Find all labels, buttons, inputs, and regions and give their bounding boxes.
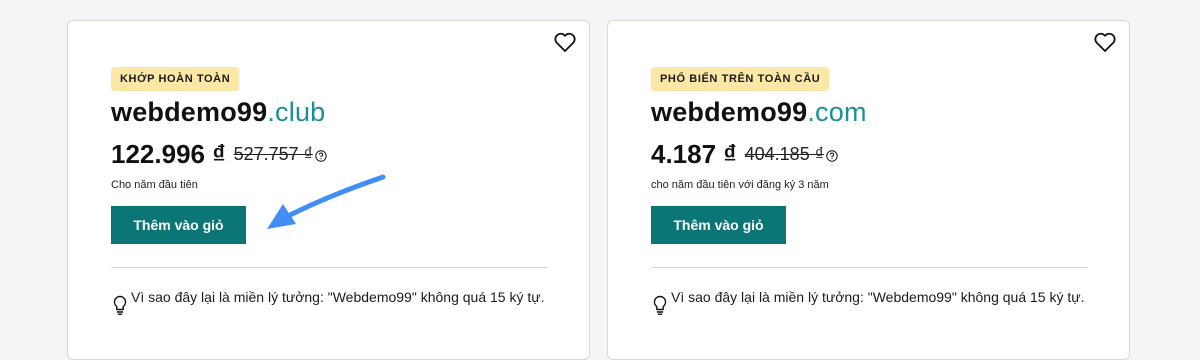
domain-card-club: KHỚP HOÀN TOÀN webdemo99.club 122.996 ₫ … <box>67 20 590 360</box>
heart-icon[interactable] <box>1093 31 1117 53</box>
domain-tld: .club <box>267 97 326 127</box>
domain-card-com: PHỔ BIẾN TRÊN TOÀN CẦU webdemo99.com 4.1… <box>607 20 1130 360</box>
domain-tld: .com <box>807 97 867 127</box>
add-to-cart-button[interactable]: Thêm vào giỏ <box>651 206 786 244</box>
lightbulb-icon <box>653 295 667 315</box>
domain-tip: Vì sao đây lại là miền lý tưởng: "Webdem… <box>651 286 1091 316</box>
tip-text: Vì sao đây lại là miền lý tưởng: "Webdem… <box>131 289 545 305</box>
current-price: 4.187 ₫ <box>651 139 737 169</box>
price-row: 4.187 ₫ 404.185 ₫ <box>651 139 838 170</box>
add-to-cart-button[interactable]: Thêm vào giỏ <box>111 206 246 244</box>
lightbulb-icon <box>113 295 127 315</box>
divider <box>651 267 1088 268</box>
domain-tip: Vì sao đây lại là miền lý tưởng: "Webdem… <box>111 286 551 316</box>
price-term: cho năm đầu tiên với đăng ký 3 năm <box>651 179 829 191</box>
heart-icon[interactable] <box>553 31 577 53</box>
popular-badge: PHỔ BIẾN TRÊN TOÀN CẦU <box>651 67 830 91</box>
divider <box>111 267 548 268</box>
original-price: 527.757 ₫ <box>233 144 313 164</box>
price-term: Cho năm đầu tiên <box>111 179 198 191</box>
domain-name: webdemo99.club <box>111 97 325 128</box>
current-price: 122.996 ₫ <box>111 139 226 169</box>
domain-name: webdemo99.com <box>651 97 867 128</box>
tip-text: Vì sao đây lại là miền lý tưởng: "Webdem… <box>671 289 1085 305</box>
question-circle-icon[interactable] <box>826 149 838 162</box>
domain-sld: webdemo99 <box>111 97 268 127</box>
domain-sld: webdemo99 <box>651 97 808 127</box>
match-badge: KHỚP HOÀN TOÀN <box>111 67 240 91</box>
original-price: 404.185 ₫ <box>744 144 824 164</box>
question-circle-icon[interactable] <box>315 149 327 162</box>
price-row: 122.996 ₫ 527.757 ₫ <box>111 139 327 170</box>
